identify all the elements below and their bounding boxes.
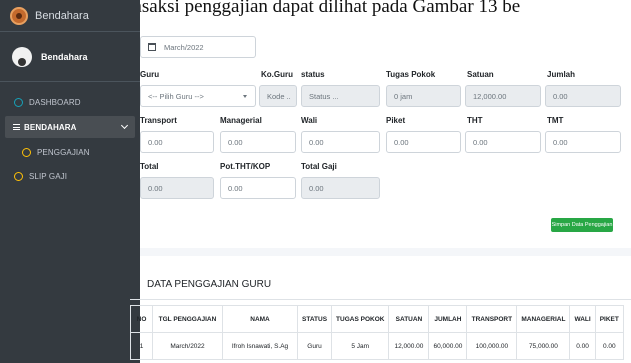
jumlah-field[interactable]: 0.00 xyxy=(545,85,621,107)
col-transport: TRANSPORT xyxy=(466,305,518,333)
date-field[interactable]: March/2022 xyxy=(140,36,256,58)
piket-value: 0.00 xyxy=(394,137,409,147)
chevron-down-icon xyxy=(120,121,129,130)
label-pot-tht-kop: Pot.THT/KOP xyxy=(220,162,271,171)
document-caption-text: dari transaksi penggajian dapat dilihat … xyxy=(78,0,521,17)
label-piket: Piket xyxy=(386,116,406,125)
user-name: Bendahara xyxy=(41,51,88,62)
cell-wali: 0.00 xyxy=(569,332,596,360)
table-header-row: NO TGL PENGGAJIAN NAMA STATUS TUGAS POKO… xyxy=(130,305,624,333)
label-total: Total xyxy=(140,162,159,171)
payroll-table: NO TGL PENGGAJIAN NAMA STATUS TUGAS POKO… xyxy=(130,305,624,360)
col-status: STATUS xyxy=(296,305,333,333)
total-gaji-value: 0.00 xyxy=(309,183,324,193)
tmt-value: 0.00 xyxy=(553,137,568,147)
sidebar-item-slip-gaji[interactable]: SLIP GAJI xyxy=(0,164,140,188)
label-total-gaji: Total Gaji xyxy=(301,162,337,171)
cell-no: 1 xyxy=(130,332,153,360)
avatar xyxy=(12,46,32,67)
sidebar-item-label: BENDAHARA xyxy=(24,122,77,132)
sidebar-item-label: PENGGAJIAN xyxy=(37,147,90,157)
col-satuan: SATUAN xyxy=(388,305,430,333)
cell-transport: 100,000.00 xyxy=(466,332,518,360)
cell-status: Guru xyxy=(296,332,333,360)
transport-field[interactable]: 0.00 xyxy=(140,131,214,153)
managerial-value: 0.00 xyxy=(228,137,243,147)
col-wali: WALI xyxy=(569,305,596,333)
calendar-icon xyxy=(148,43,156,51)
jumlah-value: 0.00 xyxy=(553,91,568,101)
status-value: Status ... xyxy=(309,91,339,101)
guru-select[interactable]: <-- Pilih Guru --> xyxy=(140,85,256,107)
brand-logo-icon xyxy=(10,6,28,25)
cell-satuan: 12,000.00 xyxy=(388,332,430,360)
cell-nama: Ifroh Isnawati, S.Ag xyxy=(222,332,298,360)
transport-value: 0.00 xyxy=(148,137,163,147)
total-value: 0.00 xyxy=(148,183,163,193)
satuan-value: 12,000.00 xyxy=(473,91,507,101)
cell-managerial: 75,000.00 xyxy=(516,332,571,360)
label-transport: Transport xyxy=(140,116,177,125)
ko-guru-value: Kode .. xyxy=(267,91,291,101)
cell-piket: 0.00 xyxy=(594,332,624,360)
col-tugas-pokok: TUGAS POKOK xyxy=(331,305,390,333)
circle-icon xyxy=(14,171,23,181)
sidebar-item-penggajian[interactable]: PENGGAJIAN xyxy=(0,140,140,164)
label-satuan: Satuan xyxy=(467,70,494,79)
label-tht: THT xyxy=(467,116,483,125)
circle-icon xyxy=(14,97,23,107)
tmt-field[interactable]: 0.00 xyxy=(545,131,621,153)
managerial-field[interactable]: 0.00 xyxy=(220,131,296,153)
sidebar-item-dashboard[interactable]: DASHBOARD xyxy=(0,90,140,114)
sidebar: Bendahara Bendahara DASHBOARD BENDAHARA … xyxy=(0,0,140,363)
date-value: March/2022 xyxy=(164,42,204,52)
label-status: status xyxy=(301,70,325,79)
tugas-pokok-field[interactable]: 0 jam xyxy=(386,85,461,107)
sidebar-item-label: DASHBOARD xyxy=(29,97,81,107)
brand[interactable]: Bendahara xyxy=(0,0,140,32)
label-wali: Wali xyxy=(301,116,318,125)
label-jumlah: Jumlah xyxy=(547,70,576,79)
menu-icon xyxy=(13,123,20,132)
guru-select-value: <-- Pilih Guru --> xyxy=(148,91,204,101)
user-panel[interactable]: Bendahara xyxy=(0,32,140,82)
divider xyxy=(130,299,631,300)
pot-tht-kop-field[interactable]: 0.00 xyxy=(220,177,296,199)
total-field[interactable]: 0.00 xyxy=(140,177,214,199)
piket-field[interactable]: 0.00 xyxy=(386,131,461,153)
label-managerial: Managerial xyxy=(220,116,262,125)
chevron-down-icon xyxy=(243,95,247,98)
col-tgl-penggajian: TGL PENGGAJIAN xyxy=(152,305,223,333)
cell-tgl-penggajian: March/2022 xyxy=(152,332,223,360)
label-ko-guru: Ko.Guru xyxy=(261,70,293,79)
status-field[interactable]: Status ... xyxy=(301,85,380,107)
col-no: NO xyxy=(130,305,153,333)
cell-tugas-pokok: 5 Jam xyxy=(331,332,390,360)
wali-value: 0.00 xyxy=(309,137,324,147)
col-managerial: MANAGERIAL xyxy=(516,305,571,333)
tugas-pokok-value: 0 jam xyxy=(394,91,413,101)
label-tmt: TMT xyxy=(547,116,564,125)
save-button[interactable]: Simpan Data Penggajian xyxy=(551,218,613,232)
sidebar-nav: DASHBOARD BENDAHARA PENGGAJIAN SLIP GAJI xyxy=(0,82,140,188)
total-gaji-field[interactable]: 0.00 xyxy=(301,177,380,199)
table-row[interactable]: 1 March/2022 Ifroh Isnawati, S.Ag Guru 5… xyxy=(130,332,624,360)
ko-guru-field[interactable]: Kode .. xyxy=(259,85,297,107)
pot-tht-kop-value: 0.00 xyxy=(228,183,243,193)
col-nama: NAMA xyxy=(222,305,298,333)
sidebar-item-label: SLIP GAJI xyxy=(29,171,68,181)
wali-field[interactable]: 0.00 xyxy=(301,131,380,153)
table-title: DATA PENGGAJIAN GURU xyxy=(147,279,272,290)
label-tugas-pokok: Tugas Pokok xyxy=(386,70,436,79)
tht-value: 0.00 xyxy=(473,137,488,147)
cell-jumlah: 60,000.00 xyxy=(428,332,468,360)
circle-icon xyxy=(22,147,31,157)
satuan-field[interactable]: 12,000.00 xyxy=(465,85,541,107)
tht-field[interactable]: 0.00 xyxy=(465,131,541,153)
col-jumlah: JUMLAH xyxy=(428,305,468,333)
label-guru: Guru xyxy=(140,70,160,79)
sidebar-item-bendahara[interactable]: BENDAHARA xyxy=(5,116,135,138)
brand-title: Bendahara xyxy=(35,9,89,22)
col-piket: PIKET xyxy=(594,305,624,333)
